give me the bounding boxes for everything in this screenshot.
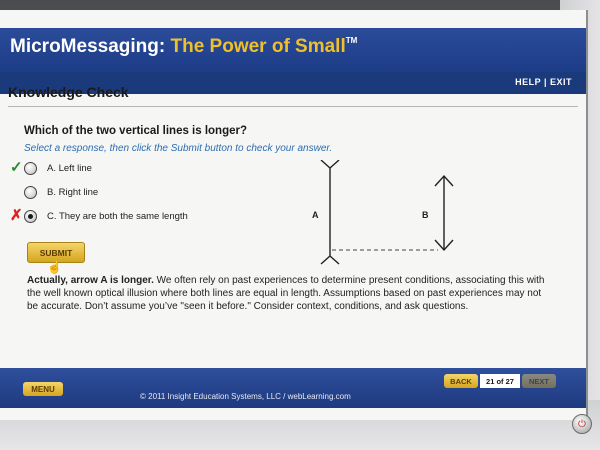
option-a-label: A. Left line — [47, 162, 92, 174]
line-a-bottom-fin-left — [320, 255, 331, 265]
course-footer: MENU © 2011 Insight Education Systems, L… — [0, 368, 586, 408]
label-b: B — [422, 210, 429, 220]
feedback-lead: Actually, arrow A is longer. — [27, 275, 154, 286]
power-icon[interactable]: ⏻ — [572, 414, 592, 434]
course-screen: MicroMessaging: The Power of SmallTM HEL… — [0, 10, 588, 420]
hand-pointer-icon: ☝ — [47, 260, 62, 274]
radio-button-a[interactable] — [24, 161, 37, 175]
line-a-top-fin-left — [320, 160, 331, 169]
brand-title: MicroMessaging: The Power of SmallTM — [10, 36, 357, 58]
option-b-label: B. Right line — [47, 186, 99, 198]
brand-main: MicroMessaging: — [10, 36, 166, 57]
option-b[interactable]: B. Right line — [24, 184, 98, 200]
page-counter: 21 of 27 — [480, 374, 520, 388]
feedback-text: Actually, arrow A is longer. We often re… — [27, 274, 552, 313]
course-header: MicroMessaging: The Power of SmallTM — [0, 28, 586, 72]
option-c[interactable]: C. They are both the same length — [24, 208, 188, 224]
help-exit-links[interactable]: HELP | EXIT — [515, 77, 572, 87]
radio-button-c[interactable] — [24, 209, 37, 223]
muller-lyer-illusion: A B — [312, 160, 454, 265]
title-divider — [8, 106, 578, 107]
page-title: Knowledge Check — [8, 84, 129, 100]
correct-check-icon: ✓ — [10, 159, 23, 176]
radio-button-b[interactable] — [24, 185, 37, 199]
back-button[interactable]: BACK — [444, 374, 478, 388]
line-a-top-fin-right — [329, 160, 340, 169]
next-button[interactable]: NEXT — [522, 374, 556, 388]
question-text: Which of the two vertical lines is longe… — [24, 125, 248, 137]
incorrect-x-icon: ✗ — [10, 207, 23, 224]
menu-button[interactable]: MENU — [23, 382, 63, 396]
line-a-bottom-fin-right — [329, 255, 340, 265]
instructions-text: Select a response, then click the Submit… — [24, 143, 333, 154]
label-a: A — [312, 210, 319, 220]
trademark-mark: TM — [345, 36, 358, 45]
brand-tagline: The Power of Small — [170, 36, 346, 57]
copyright-text: © 2011 Insight Education Systems, LLC / … — [140, 392, 351, 401]
page-navigation: BACK 21 of 27 NEXT — [444, 374, 556, 388]
option-a[interactable]: A. Left line — [24, 160, 92, 176]
option-c-label: C. They are both the same length — [47, 210, 188, 222]
